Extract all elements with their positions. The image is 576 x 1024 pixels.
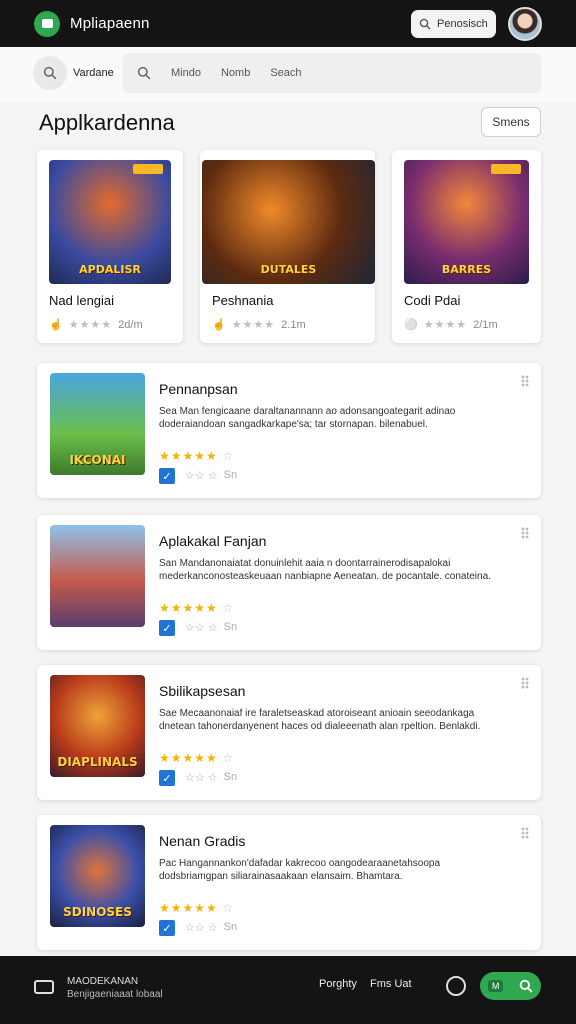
top-search-label: Penosisch (437, 17, 488, 30)
search-input[interactable]: Mindo Nomb Seach (123, 53, 541, 93)
thumbnail-title: DUTALES (260, 263, 317, 276)
select-checkbox[interactable]: ✓ (159, 770, 175, 786)
app-name: Mpliapaenn (70, 15, 150, 32)
featured-size: 2/1m (473, 318, 498, 331)
rate-value: Sn (223, 921, 238, 933)
list-item[interactable]: IKCONAI Pennanpsan Sea Man fengicaane da… (37, 363, 541, 498)
rate-control[interactable]: ☆☆ ☆ Sn (185, 921, 237, 934)
thumbnail-title: SDINOSES (63, 905, 132, 919)
rating-stars-icon: ★★★★ (231, 319, 276, 331)
rating-stars-icon: ★★★★ (68, 319, 113, 331)
rate-value: Sn (223, 469, 238, 481)
list-item[interactable]: SDINOSES Nenan Gradis Pac Hangannankon'd… (37, 815, 541, 950)
item-title: Pennanpsan (159, 381, 238, 397)
action-tag: M (487, 980, 504, 992)
rating-stars-icon: ★★★★ (423, 319, 468, 331)
bottom-bar: MAODEKANAN Benjigaeniaaat lobaal Porghty… (0, 956, 576, 1024)
rating-stars-icon: ★★★★★ ☆ (159, 901, 234, 915)
star-outline-icon: ☆☆ ☆ (185, 922, 218, 934)
featured-name: Peshnania (212, 293, 274, 308)
thumbnail-title: IKCONAI (69, 453, 126, 467)
library-icon[interactable] (34, 980, 54, 994)
featured-name: Nad lengiai (49, 293, 115, 308)
thumbnail-title: DIAPLINALS (57, 755, 138, 769)
rate-value: Sn (223, 621, 238, 633)
drag-handle-icon[interactable] (521, 375, 529, 387)
select-checkbox[interactable]: ✓ (159, 468, 175, 484)
featured-card[interactable]: BARRES Codi Pdai ⚪ ★★★★ 2/1m (392, 150, 541, 343)
featured-badge (491, 164, 521, 174)
top-bar: Mpliapaenn Penosisch (0, 0, 576, 47)
item-description: Pac Hangannankon'dafadar kakrecoo oangod… (159, 858, 441, 882)
rate-control[interactable]: ☆☆ ☆ Sn (185, 621, 237, 634)
featured-thumbnail: BARRES (404, 160, 529, 284)
item-thumbnail: SDINOSES (50, 825, 145, 927)
footer-title: MAODEKANAN (67, 976, 139, 987)
search-row: Vardane Mindo Nomb Seach (0, 47, 576, 103)
item-description: Sae Mecaanonaiaf ire faraletseaskad ator… (159, 708, 481, 732)
featured-size: 2d/m (118, 318, 143, 331)
item-title: Sbilikapsesan (159, 683, 246, 699)
search-scope-label[interactable]: Vardane (73, 67, 114, 79)
app-logo-icon[interactable] (34, 10, 60, 37)
featured-meta: ⚪ ★★★★ 2/1m (404, 318, 498, 332)
top-search-button[interactable]: Penosisch (411, 9, 496, 38)
featured-thumbnail: DUTALES (202, 160, 375, 284)
item-description: Sea Man fengicaane daraltanannann ao ado… (159, 406, 456, 430)
item-title: Nenan Gradis (159, 833, 246, 849)
item-thumbnail (50, 525, 145, 627)
select-checkbox[interactable]: ✓ (159, 620, 175, 636)
drag-handle-icon[interactable] (521, 827, 529, 839)
item-description: San Mandanonaiatat donuinlehit aaia n do… (159, 558, 491, 582)
featured-meta: ☝ ★★★★ 2.1m (212, 318, 306, 332)
search-icon (419, 18, 431, 29)
drag-handle-icon[interactable] (521, 677, 529, 689)
star-outline-icon: ☆☆ ☆ (185, 622, 218, 634)
user-avatar[interactable] (508, 6, 542, 41)
star-outline-icon: ☆☆ ☆ (185, 772, 218, 784)
featured-badge (133, 164, 163, 174)
section-more-button[interactable]: Smens (481, 107, 541, 137)
search-tab[interactable]: Mindo (171, 67, 201, 79)
rate-control[interactable]: ☆☆ ☆ Sn (185, 469, 237, 482)
item-thumbnail: IKCONAI (50, 373, 145, 475)
section-title: Applkardenna (39, 110, 175, 135)
featured-meta: ☝ ★★★★ 2d/m (49, 318, 143, 332)
search-action-button[interactable]: M (480, 972, 541, 1000)
thumbs-icon: ☝ (49, 319, 63, 331)
thumbnail-title: BARRES (441, 263, 492, 276)
list-item[interactable]: Aplakakal Fanjan San Mandanonaiatat donu… (37, 515, 541, 650)
item-thumbnail: DIAPLINALS (50, 675, 145, 777)
search-tab[interactable]: Nomb (221, 67, 250, 79)
search-icon (43, 66, 57, 80)
search-icon (519, 979, 533, 993)
list-item[interactable]: DIAPLINALS Sbilikapsesan Sae Mecaanonaia… (37, 665, 541, 800)
featured-card[interactable]: APDALISR Nad lengiai ☝ ★★★★ 2d/m (37, 150, 183, 343)
star-outline-icon: ☆☆ ☆ (185, 470, 218, 482)
rate-control[interactable]: ☆☆ ☆ Sn (185, 771, 237, 784)
rating-stars-icon: ★★★★★ ☆ (159, 449, 234, 463)
featured-name: Codi Pdai (404, 293, 461, 308)
rate-value: Sn (223, 771, 238, 783)
rating-stars-icon: ★★★★★ ☆ (159, 601, 234, 615)
item-title: Aplakakal Fanjan (159, 533, 267, 549)
search-icon (137, 66, 151, 80)
search-toggle-button[interactable] (33, 56, 67, 90)
thumbs-icon: ☝ (212, 319, 226, 331)
footer-subtitle: Benjigaeniaaat lobaal (67, 989, 163, 1000)
featured-thumbnail: APDALISR (49, 160, 171, 284)
footer-link[interactable]: Porghty (319, 978, 357, 990)
lock-icon: ⚪ (404, 319, 418, 331)
rating-stars-icon: ★★★★★ ☆ (159, 751, 234, 765)
footer-link[interactable]: Fms Uat (370, 978, 412, 990)
thumbnail-title: APDALISR (79, 263, 141, 276)
search-tab[interactable]: Seach (270, 67, 301, 79)
chat-icon[interactable] (446, 976, 466, 996)
featured-size: 2.1m (281, 318, 306, 331)
select-checkbox[interactable]: ✓ (159, 920, 175, 936)
drag-handle-icon[interactable] (521, 527, 529, 539)
featured-card[interactable]: DUTALES Peshnania ☝ ★★★★ 2.1m (200, 150, 375, 343)
